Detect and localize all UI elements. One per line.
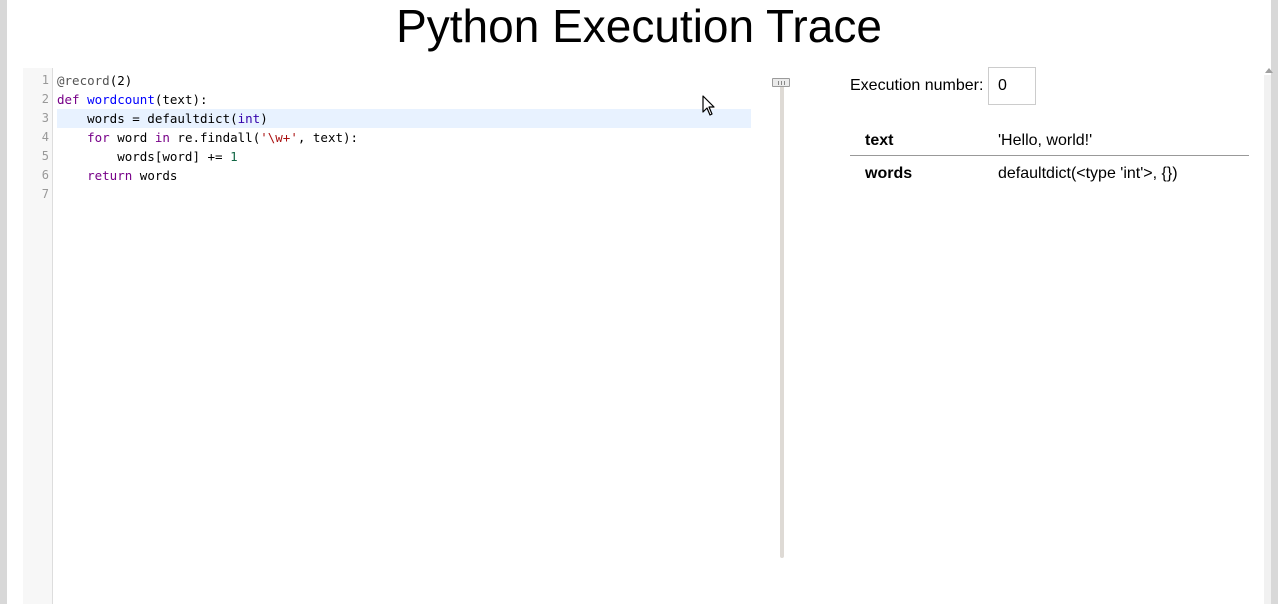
- code-editor[interactable]: 1 @record(2) 2 def wordcount(text): 3 words …: [23, 68, 755, 604]
- page-title: Python Execution Trace: [396, 0, 882, 52]
- variable-row: text 'Hello, world!': [850, 125, 1249, 156]
- code-token: wordcount: [87, 92, 155, 107]
- code-token: 1: [230, 149, 238, 164]
- code-token: for: [87, 130, 110, 145]
- code-token: (2): [109, 73, 133, 88]
- code-token: int: [237, 111, 261, 126]
- code-line-current[interactable]: 3 words = defaultdict(int): [23, 109, 755, 128]
- line-number: 6: [41, 168, 49, 182]
- code-token: def: [57, 92, 88, 107]
- code-line[interactable]: 2 def wordcount(text):: [23, 90, 755, 109]
- execution-number-input[interactable]: [988, 67, 1036, 105]
- execution-slider-track[interactable]: [780, 80, 784, 558]
- variables-table: text 'Hello, world!' words defaultdict(<…: [850, 125, 1249, 189]
- code-token: (text):: [154, 92, 208, 107]
- variable-name: text: [865, 132, 894, 149]
- line-number: 5: [41, 149, 49, 163]
- variable-row: words defaultdict(<type 'int'>, {}): [850, 156, 1249, 189]
- code-token: words: [132, 168, 178, 183]
- code-text: return words: [57, 166, 751, 185]
- code-text: words = defaultdict(int): [57, 109, 751, 128]
- window-edge-left: [0, 0, 7, 604]
- variable-name: words: [865, 165, 913, 182]
- code-token: return: [87, 168, 133, 183]
- line-number: 4: [41, 130, 49, 144]
- scroll-up-arrow-icon[interactable]: [1265, 68, 1273, 73]
- window-edge-right: [1271, 0, 1278, 604]
- code-token: re.findall(: [169, 130, 261, 145]
- code-token: @record: [57, 73, 110, 88]
- code-lines: 1 @record(2) 2 def wordcount(text): 3 words …: [23, 71, 755, 204]
- code-token: , text):: [297, 130, 359, 145]
- code-token: ): [260, 111, 268, 126]
- code-token: '\w+': [260, 130, 298, 145]
- code-line[interactable]: 6 return words: [23, 166, 755, 185]
- line-number: 2: [41, 92, 49, 106]
- execution-number-label: Execution number:: [850, 77, 984, 94]
- code-line[interactable]: 7: [23, 185, 755, 204]
- variable-value: defaultdict(<type 'int'>, {}): [998, 165, 1178, 182]
- code-text: words[word] += 1: [57, 147, 751, 166]
- execution-slider-handle[interactable]: [772, 78, 790, 87]
- code-text: for word in re.findall('\w+', text):: [57, 128, 751, 147]
- code-token: word: [109, 130, 155, 145]
- code-text: @record(2): [57, 71, 751, 90]
- line-number: 7: [41, 187, 49, 201]
- code-token: words[word] +=: [57, 149, 231, 164]
- mouse-pointer-icon: [702, 95, 715, 116]
- code-token: in: [154, 130, 170, 145]
- code-line[interactable]: 5 words[word] += 1: [23, 147, 755, 166]
- line-number: 3: [41, 111, 49, 125]
- line-number: 1: [41, 73, 49, 87]
- code-token: words = defaultdict(: [57, 111, 238, 126]
- variable-value: 'Hello, world!': [998, 132, 1093, 149]
- page-scrollbar[interactable]: [1264, 75, 1271, 604]
- code-line[interactable]: 4 for word in re.findall('\w+', text):: [23, 128, 755, 147]
- code-line[interactable]: 1 @record(2): [23, 71, 755, 90]
- code-text: def wordcount(text):: [57, 90, 751, 109]
